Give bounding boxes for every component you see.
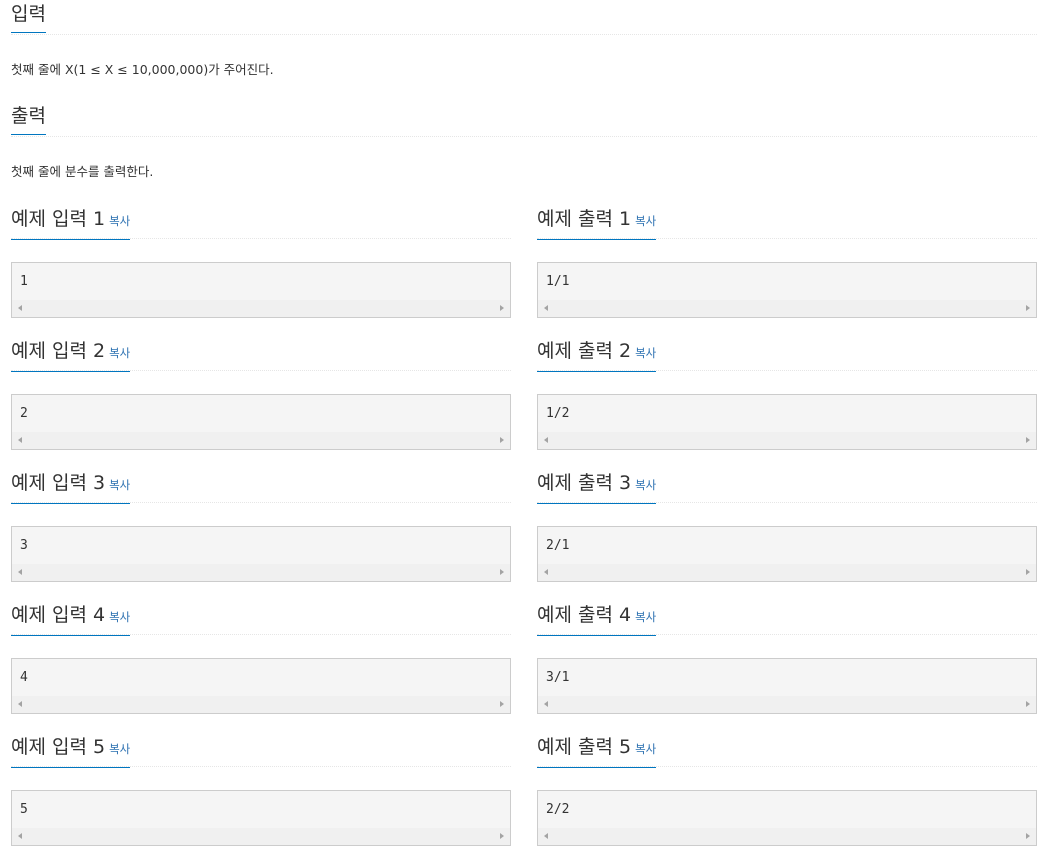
- input-headline: 입력: [11, 0, 1037, 35]
- sample-output-2: 예제 출력 2 복사 1/2: [537, 340, 1037, 450]
- scroll-right-icon[interactable]: [500, 569, 504, 575]
- sample-output-4: 예제 출력 4 복사 3/1: [537, 604, 1037, 714]
- scroll-left-icon[interactable]: [18, 437, 22, 443]
- scroll-right-icon[interactable]: [1026, 569, 1030, 575]
- horizontal-scrollbar[interactable]: [538, 300, 1036, 317]
- sample-input-3: 예제 입력 3 복사 3: [11, 472, 511, 582]
- output-section-title: 출력: [11, 102, 46, 135]
- sample-output-box[interactable]: 3/1: [537, 658, 1037, 714]
- scroll-left-icon[interactable]: [544, 437, 548, 443]
- output-headline: 출력: [11, 102, 1037, 137]
- scroll-right-icon[interactable]: [500, 833, 504, 839]
- sample-output-title: 예제 출력 3 복사: [537, 472, 657, 504]
- sample-input-text: 4: [20, 670, 28, 685]
- sample-input-header: 예제 입력 3 복사: [11, 472, 511, 504]
- scroll-left-icon[interactable]: [18, 701, 22, 707]
- sample-input-text: 2: [20, 406, 28, 421]
- scroll-left-icon[interactable]: [544, 569, 548, 575]
- copy-button[interactable]: 복사: [109, 214, 130, 228]
- sample-output-text: 2/2: [546, 802, 570, 817]
- horizontal-scrollbar[interactable]: [12, 696, 510, 713]
- sample-input-header: 예제 입력 4 복사: [11, 604, 511, 636]
- copy-button[interactable]: 복사: [635, 214, 656, 228]
- sample-output-text: 1/2: [546, 406, 570, 421]
- horizontal-scrollbar[interactable]: [538, 432, 1036, 449]
- scroll-left-icon[interactable]: [544, 833, 548, 839]
- scroll-left-icon[interactable]: [18, 569, 22, 575]
- scroll-right-icon[interactable]: [500, 437, 504, 443]
- horizontal-scrollbar[interactable]: [12, 564, 510, 581]
- scroll-left-icon[interactable]: [18, 833, 22, 839]
- copy-button[interactable]: 복사: [109, 478, 130, 492]
- sample-input-4: 예제 입력 4 복사 4: [11, 604, 511, 714]
- sample-output-header: 예제 출력 5 복사: [537, 736, 1037, 768]
- horizontal-scrollbar[interactable]: [12, 828, 510, 845]
- sample-input-title: 예제 입력 2 복사: [11, 340, 131, 372]
- sample-input-title: 예제 입력 1 복사: [11, 208, 131, 240]
- copy-button[interactable]: 복사: [109, 742, 130, 756]
- sample-output-box[interactable]: 1/2: [537, 394, 1037, 450]
- sample-input-header: 예제 입력 1 복사: [11, 208, 511, 240]
- copy-button[interactable]: 복사: [635, 610, 656, 624]
- scroll-right-icon[interactable]: [1026, 701, 1030, 707]
- input-section: 입력: [11, 0, 1037, 35]
- sample-input-box[interactable]: 4: [11, 658, 511, 714]
- sample-output-text: 3/1: [546, 670, 570, 685]
- sample-output-3: 예제 출력 3 복사 2/1: [537, 472, 1037, 582]
- sample-input-text: 1: [20, 274, 28, 289]
- output-description: 첫째 줄에 분수를 출력한다.: [11, 164, 154, 179]
- sample-output-title: 예제 출력 2 복사: [537, 340, 657, 372]
- sample-output-header: 예제 출력 4 복사: [537, 604, 1037, 636]
- sample-output-text: 1/1: [546, 274, 570, 289]
- sample-input-title: 예제 입력 5 복사: [11, 736, 131, 768]
- sample-output-title: 예제 출력 1 복사: [537, 208, 657, 240]
- scroll-right-icon[interactable]: [1026, 437, 1030, 443]
- sample-output-box[interactable]: 2/2: [537, 790, 1037, 846]
- sample-input-1: 예제 입력 1 복사 1: [11, 208, 511, 318]
- sample-output-text: 2/1: [546, 538, 570, 553]
- horizontal-scrollbar[interactable]: [538, 828, 1036, 845]
- scroll-right-icon[interactable]: [1026, 305, 1030, 311]
- sample-input-box[interactable]: 5: [11, 790, 511, 846]
- horizontal-scrollbar[interactable]: [12, 432, 510, 449]
- sample-input-header: 예제 입력 5 복사: [11, 736, 511, 768]
- copy-button[interactable]: 복사: [635, 478, 656, 492]
- copy-button[interactable]: 복사: [109, 346, 130, 360]
- sample-output-1: 예제 출력 1 복사 1/1: [537, 208, 1037, 318]
- sample-input-5: 예제 입력 5 복사 5: [11, 736, 511, 846]
- sample-input-header: 예제 입력 2 복사: [11, 340, 511, 372]
- output-section: 출력: [11, 102, 1037, 137]
- scroll-left-icon[interactable]: [544, 305, 548, 311]
- scroll-right-icon[interactable]: [1026, 833, 1030, 839]
- horizontal-scrollbar[interactable]: [538, 564, 1036, 581]
- sample-input-2: 예제 입력 2 복사 2: [11, 340, 511, 450]
- sample-output-box[interactable]: 1/1: [537, 262, 1037, 318]
- input-section-title: 입력: [11, 0, 46, 33]
- copy-button[interactable]: 복사: [635, 346, 656, 360]
- horizontal-scrollbar[interactable]: [12, 300, 510, 317]
- horizontal-scrollbar[interactable]: [538, 696, 1036, 713]
- scroll-right-icon[interactable]: [500, 701, 504, 707]
- sample-output-title: 예제 출력 4 복사: [537, 604, 657, 636]
- sample-output-title: 예제 출력 5 복사: [537, 736, 657, 768]
- sample-input-text: 3: [20, 538, 28, 553]
- copy-button[interactable]: 복사: [635, 742, 656, 756]
- scroll-right-icon[interactable]: [500, 305, 504, 311]
- sample-input-title: 예제 입력 3 복사: [11, 472, 131, 504]
- scroll-left-icon[interactable]: [18, 305, 22, 311]
- sample-input-box[interactable]: 2: [11, 394, 511, 450]
- sample-output-box[interactable]: 2/1: [537, 526, 1037, 582]
- sample-output-header: 예제 출력 1 복사: [537, 208, 1037, 240]
- sample-output-5: 예제 출력 5 복사 2/2: [537, 736, 1037, 846]
- sample-input-text: 5: [20, 802, 28, 817]
- sample-output-header: 예제 출력 2 복사: [537, 340, 1037, 372]
- sample-input-box[interactable]: 3: [11, 526, 511, 582]
- sample-input-title: 예제 입력 4 복사: [11, 604, 131, 636]
- scroll-left-icon[interactable]: [544, 701, 548, 707]
- input-description: 첫째 줄에 X(1 ≤ X ≤ 10,000,000)가 주어진다.: [11, 62, 274, 77]
- sample-output-header: 예제 출력 3 복사: [537, 472, 1037, 504]
- copy-button[interactable]: 복사: [109, 610, 130, 624]
- sample-input-box[interactable]: 1: [11, 262, 511, 318]
